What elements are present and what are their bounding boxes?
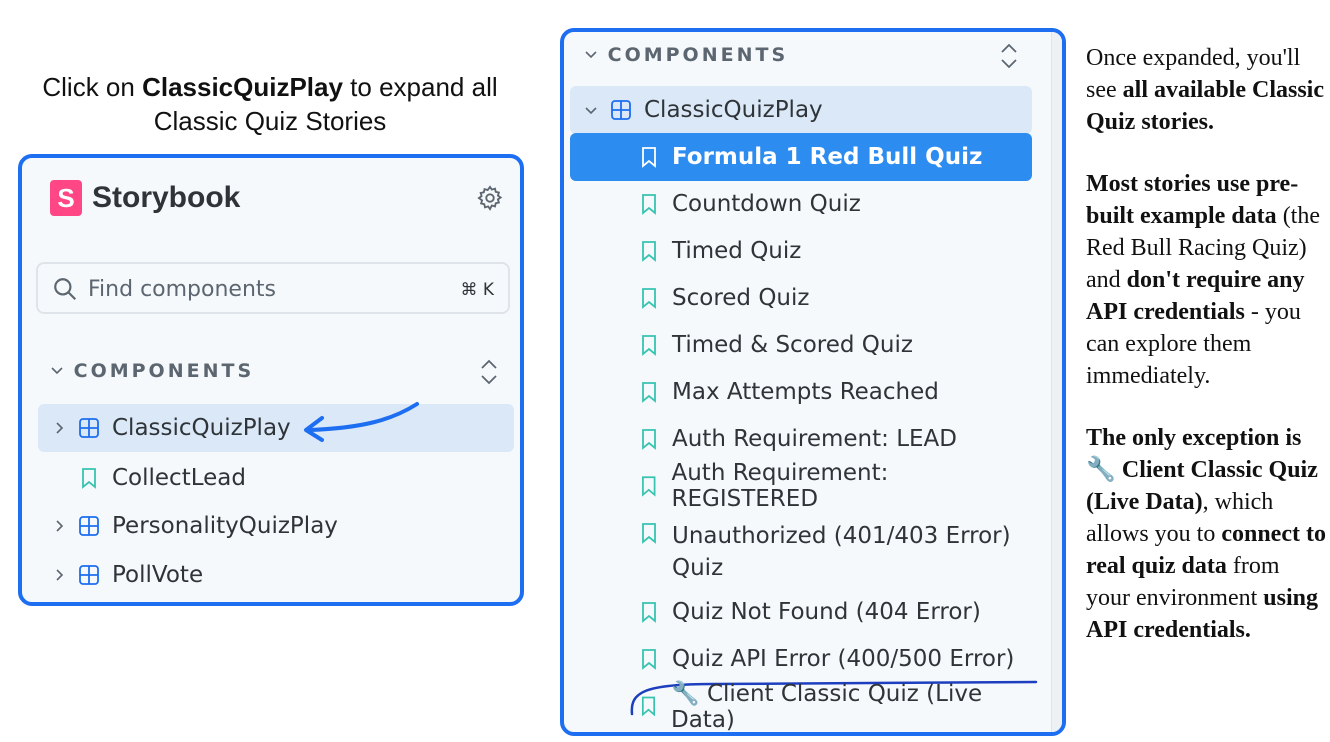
story-label: Quiz Not Found (404 Error) xyxy=(672,599,981,625)
search-box[interactable]: Find components ⌘ K xyxy=(36,262,510,314)
story-label-line-2: Quiz xyxy=(672,555,724,581)
chevron-right-icon xyxy=(56,520,64,532)
explanation-paragraph-2: Most stories use pre-built example data … xyxy=(1086,168,1326,392)
story-label: Auth Requirement: REGISTERED xyxy=(671,460,889,512)
bookmark-icon xyxy=(642,429,656,450)
tree-item-label: PersonalityQuizPlay xyxy=(112,513,338,539)
caption-text-before: Click on xyxy=(42,72,143,102)
bookmark-icon xyxy=(642,241,656,262)
components-section-header[interactable]: COMPONENTS xyxy=(50,360,254,382)
story-label: Timed Quiz xyxy=(672,238,802,264)
story-label: 🔧 Client Classic Quiz (Live Data) xyxy=(671,680,983,733)
story-label: Scored Quiz xyxy=(672,285,810,311)
text-run-bold: Most stories use pre-built example data xyxy=(1086,171,1299,229)
story-max-attempts-reached[interactable]: Max Attempts Reached xyxy=(570,368,1032,416)
story-label: Timed & Scored Quiz xyxy=(672,332,913,358)
components-label: COMPONENTS xyxy=(73,360,255,382)
bookmark-icon xyxy=(642,194,656,215)
tree-item-collectlead[interactable]: CollectLead xyxy=(38,454,514,502)
story-auth-requirement-lead[interactable]: Auth Requirement: LEAD xyxy=(570,415,1032,463)
search-shortcut: ⌘ K xyxy=(460,280,494,300)
chevron-down-icon xyxy=(585,51,597,59)
chevron-down-icon xyxy=(585,107,597,115)
story-label: Formula 1 Red Bull Quiz xyxy=(672,144,983,170)
search-placeholder: Find components xyxy=(88,277,276,302)
storybook-logo-icon: S xyxy=(50,180,82,216)
explanation-paragraph-3: The only exception is 🔧 Client Classic Q… xyxy=(1086,422,1326,646)
story-label: Unauthorized (401/403 Error) Quiz xyxy=(672,520,1011,584)
tree-item-personalityquizplay[interactable]: PersonalityQuizPlay xyxy=(38,502,514,550)
chevron-right-icon xyxy=(56,422,64,434)
tree-item-label: ClassicQuizPlay xyxy=(112,415,291,441)
bookmark-icon xyxy=(642,649,656,670)
story-label: Max Attempts Reached xyxy=(672,379,939,405)
story-countdown-quiz[interactable]: Countdown Quiz xyxy=(570,180,1032,228)
story-label: Countdown Quiz xyxy=(672,191,861,217)
bookmark-icon xyxy=(82,468,96,489)
instruction-caption: Click on ClassicQuizPlay to expand all C… xyxy=(20,70,520,138)
app-title: Storybook xyxy=(92,181,241,214)
bookmark-icon xyxy=(641,696,656,717)
expand-collapse-all-icon[interactable] xyxy=(998,40,1020,72)
pointer-arrow-annotation xyxy=(304,402,419,442)
bookmark-icon xyxy=(642,382,656,403)
chevron-right-icon xyxy=(56,569,64,581)
bookmark-icon xyxy=(642,602,656,623)
story-formula-1-red-bull-quiz[interactable]: Formula 1 Red Bull Quiz xyxy=(570,133,1032,181)
story-timed-quiz[interactable]: Timed Quiz xyxy=(570,227,1032,275)
story-client-classic-quiz-live-data[interactable]: 🔧 Client Classic Quiz (Live Data) xyxy=(570,680,1032,733)
story-label: Auth Requirement: LEAD xyxy=(672,426,957,452)
explanation-paragraph-1: Once expanded, you'll see all available … xyxy=(1086,42,1326,138)
tree-item-pollvote[interactable]: PollVote xyxy=(38,551,514,599)
bookmark-icon xyxy=(642,147,656,168)
story-scored-quiz[interactable]: Scored Quiz xyxy=(570,274,1032,322)
tree-item-classicquizplay[interactable]: ClassicQuizPlay xyxy=(38,404,514,452)
components-label: COMPONENTS xyxy=(607,44,789,66)
scrollbar-track[interactable] xyxy=(1051,32,1062,732)
component-icon xyxy=(79,565,99,585)
story-unauthorized-quiz[interactable]: Unauthorized (401/403 Error) Quiz xyxy=(570,510,1032,588)
story-quiz-not-found[interactable]: Quiz Not Found (404 Error) xyxy=(570,588,1032,636)
story-label: Quiz API Error (400/500 Error) xyxy=(672,646,1015,672)
tree-item-label: PollVote xyxy=(112,562,204,588)
expand-collapse-all-icon[interactable] xyxy=(478,356,500,388)
bookmark-icon xyxy=(642,288,656,309)
text-run-bold: all available Classic Quiz stories. xyxy=(1086,77,1324,135)
story-timed-and-scored-quiz[interactable]: Timed & Scored Quiz xyxy=(570,321,1032,369)
component-icon xyxy=(79,418,99,438)
component-icon xyxy=(79,516,99,536)
story-label-line-1: Unauthorized (401/403 Error) xyxy=(672,523,1011,549)
chevron-down-icon xyxy=(51,367,63,375)
storybook-sidebar-expanded: COMPONENTS ClassicQuizPlay Formula 1 Red… xyxy=(560,28,1066,736)
tree-item-label: CollectLead xyxy=(112,465,246,491)
tree-item-label: ClassicQuizPlay xyxy=(644,97,823,123)
bookmark-icon xyxy=(642,335,656,356)
components-section-header[interactable]: COMPONENTS xyxy=(584,44,788,66)
search-icon xyxy=(54,278,77,301)
explanation-text: Once expanded, you'll see all available … xyxy=(1086,42,1326,676)
bookmark-icon xyxy=(642,476,656,497)
story-auth-requirement-registered[interactable]: Auth Requirement: REGISTERED xyxy=(570,460,1032,512)
tree-item-classicquizplay[interactable]: ClassicQuizPlay xyxy=(570,86,1032,134)
component-icon xyxy=(611,100,631,120)
gear-icon[interactable] xyxy=(476,184,504,212)
storybook-sidebar-collapsed: S Storybook Find components ⌘ K COMPONEN… xyxy=(18,154,524,606)
bookmark-icon xyxy=(642,523,656,544)
caption-text-bold: ClassicQuizPlay xyxy=(142,72,343,102)
